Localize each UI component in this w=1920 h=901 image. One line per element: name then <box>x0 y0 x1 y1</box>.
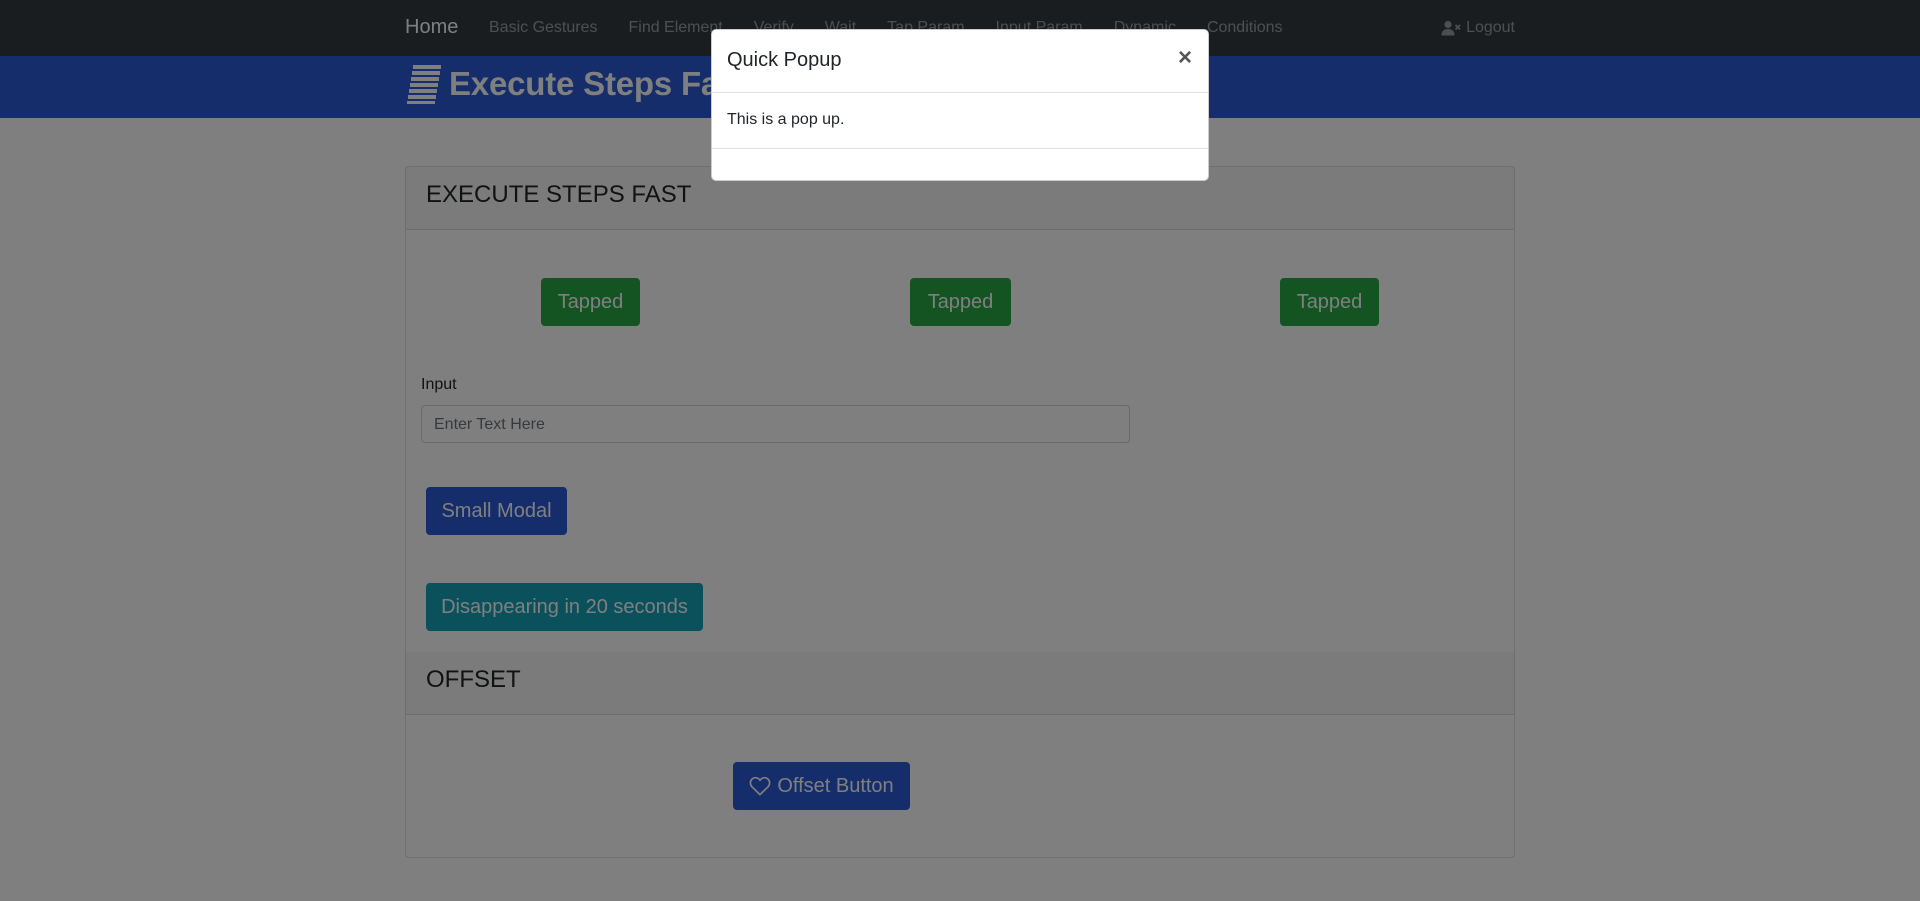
quick-popup-modal: Quick Popup × This is a pop up. <box>711 29 1209 181</box>
close-icon[interactable]: × <box>1178 46 1192 70</box>
modal-body-text: This is a pop up. <box>727 111 845 128</box>
modal-title: Quick Popup <box>727 49 842 71</box>
modal-header: Quick Popup × <box>712 30 1208 93</box>
modal-footer <box>712 148 1208 149</box>
